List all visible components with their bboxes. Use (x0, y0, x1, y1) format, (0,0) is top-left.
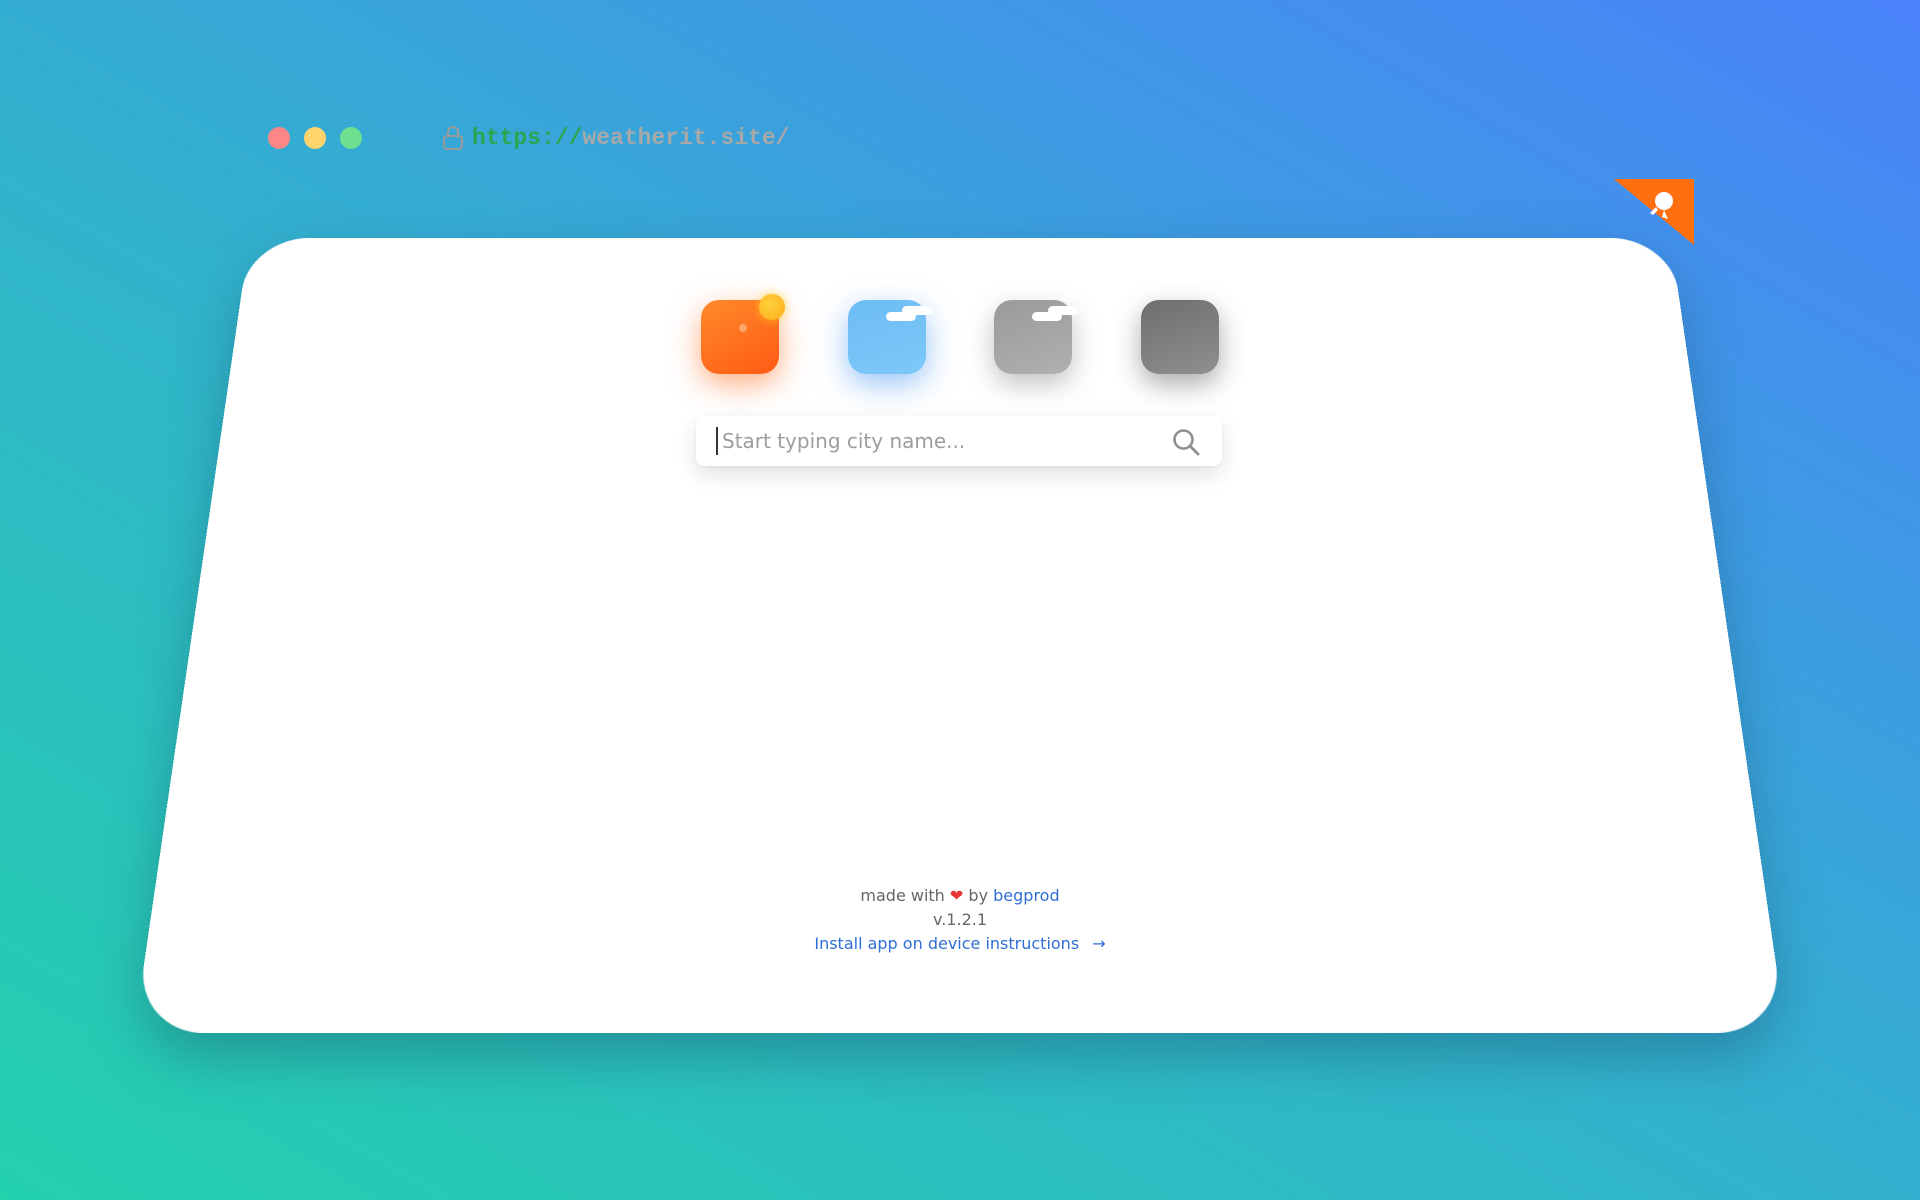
city-search-input[interactable] (716, 427, 1156, 455)
cloud-puff (902, 306, 932, 315)
dark-cloud-icon (1141, 300, 1219, 374)
address-bar[interactable]: https:// weatherit.site/ (442, 122, 789, 154)
sun-icon (701, 294, 785, 374)
install-line: Install app on device instructions → (760, 932, 1160, 956)
cloud-icon (848, 300, 932, 374)
sun-dot (739, 324, 747, 332)
made-with-text: made with (860, 886, 945, 905)
url-host: weatherit.site/ (582, 125, 790, 151)
install-link-text: Install app on device instructions (814, 934, 1080, 953)
credits-line: made with ❤ by begprod (760, 884, 1160, 908)
grey-cloud-icon (994, 300, 1078, 374)
install-instructions-link[interactable]: Install app on device instructions → (814, 934, 1105, 953)
sun-ball-icon (759, 294, 785, 320)
url-scheme: https:// (472, 125, 583, 151)
version-text: v.1.2.1 (932, 910, 988, 929)
search-box (696, 416, 1222, 466)
maximize-window-button[interactable] (340, 127, 362, 149)
minimize-window-button[interactable] (304, 127, 326, 149)
lock-icon (443, 126, 463, 150)
footer: made with ❤ by begprod v.1.2.1 Install a… (760, 884, 1160, 956)
author-link[interactable]: begprod (993, 886, 1059, 905)
heart-icon: ❤ (949, 886, 964, 905)
by-text: by (968, 886, 989, 905)
close-window-button[interactable] (268, 127, 290, 149)
arrow-right-icon: → (1092, 934, 1106, 953)
github-corner-link[interactable] (1614, 179, 1694, 245)
search-icon[interactable] (1172, 428, 1200, 456)
cloud-puff (1048, 306, 1078, 315)
